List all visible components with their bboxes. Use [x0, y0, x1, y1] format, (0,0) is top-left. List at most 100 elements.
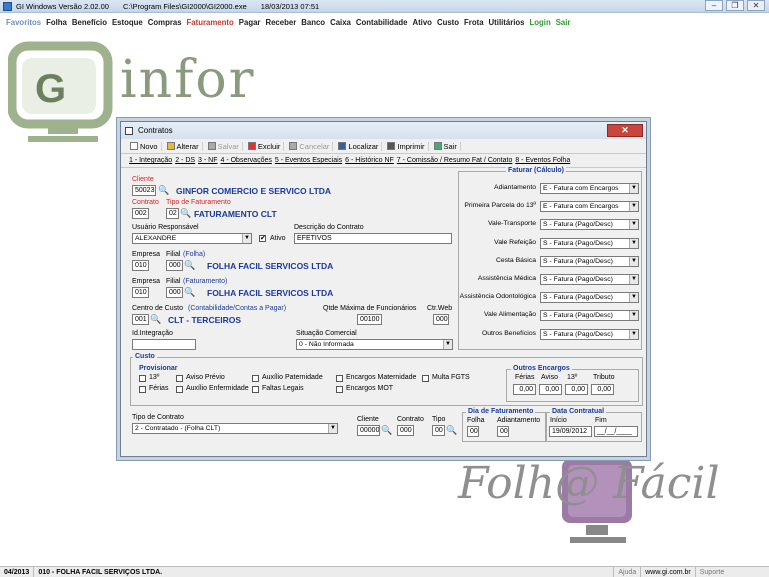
ctrweb-field[interactable]: 000	[433, 314, 449, 325]
close-button[interactable]: ✕	[747, 0, 765, 11]
tab-4[interactable]: 4 - Observações	[221, 157, 272, 164]
custo-checkbox[interactable]	[252, 375, 259, 382]
binoculars-icon[interactable]: 🔍	[184, 261, 195, 270]
faturar-row-value: S - Fatura (Pago/Desc)	[543, 330, 613, 338]
dia-folha-field[interactable]: 00	[467, 426, 479, 437]
tipo-contrato-select[interactable]: 2 - Contratado - (Folha CLT) ▼	[132, 423, 338, 434]
menu-item-12[interactable]: Custo	[437, 18, 459, 27]
empresa-folha-field[interactable]: 010	[132, 260, 149, 271]
binoculars-icon[interactable]: 🔍	[180, 209, 191, 218]
toolbar-button-3[interactable]: Excluir	[245, 141, 285, 151]
menu-item-6[interactable]: Pagar	[239, 18, 261, 27]
menu-item-7[interactable]: Receber	[265, 18, 296, 27]
toolbar-label-6: Imprimir	[397, 141, 425, 151]
toolbar-icon-6	[387, 142, 396, 150]
outros-field[interactable]: 0,00	[513, 384, 536, 395]
custo-checkbox[interactable]	[176, 386, 183, 393]
status-help-link[interactable]: Ajuda	[614, 567, 642, 577]
descricao-field[interactable]: EFETIVOS	[294, 233, 452, 244]
binoculars-icon[interactable]: 🔍	[184, 288, 195, 297]
toolbar-button-2[interactable]: Salvar	[205, 141, 243, 151]
custo-checkbox[interactable]	[139, 386, 146, 393]
menu-item-0[interactable]: Favoritos	[6, 18, 41, 27]
tab-7[interactable]: 7 - Comissão / Resumo Fat / Contato	[397, 157, 513, 164]
binoculars-icon[interactable]: 🔍	[446, 426, 457, 435]
integracao-field[interactable]	[132, 339, 196, 350]
faturar-row-select[interactable]: S - Fatura (Pago/Desc) ▼	[540, 219, 639, 231]
faturar-row-select[interactable]: S - Fatura (Pago/Desc) ▼	[540, 274, 639, 285]
menu-item-4[interactable]: Compras	[148, 18, 182, 27]
tipo-faturamento-code-field[interactable]: 02	[166, 208, 179, 219]
tab-8[interactable]: 8 - Eventos Folha	[515, 157, 570, 164]
outros-field[interactable]: 0,00	[591, 384, 614, 395]
menu-item-9[interactable]: Caixa	[330, 18, 351, 27]
custo-checkbox[interactable]	[422, 375, 429, 382]
tab-2[interactable]: 2 - DS	[175, 157, 195, 164]
situacao-select[interactable]: 0 - Não Informada ▼	[296, 339, 453, 350]
toolbar-button-5[interactable]: Localizar	[335, 141, 383, 151]
binoculars-icon[interactable]: 🔍	[150, 315, 161, 324]
dialog-close-button[interactable]: ✕	[607, 124, 643, 137]
faturar-row-value: S - Fatura (Pago/Desc)	[543, 257, 613, 265]
tab-1[interactable]: 1 - Integração	[129, 157, 172, 164]
faturar-row-select[interactable]: E - Fatura com Encargos ▼	[540, 201, 639, 213]
menu-item-8[interactable]: Banco	[301, 18, 325, 27]
minimize-button[interactable]: –	[705, 0, 723, 11]
custo-checkbox[interactable]	[336, 386, 343, 393]
menu-item-10[interactable]: Contabilidade	[356, 18, 408, 27]
toolbar-button-7[interactable]: Sair	[431, 141, 461, 151]
status-site-link[interactable]: www.gi.com.br	[641, 567, 696, 577]
outros-field[interactable]: 0,00	[565, 384, 588, 395]
binoculars-icon[interactable]: 🔍	[158, 186, 169, 195]
filial-folha-field[interactable]: 000	[166, 260, 183, 271]
toolbar-button-0[interactable]: Novo	[127, 141, 162, 151]
menu-item-11[interactable]: Ativo	[412, 18, 432, 27]
menu-item-2[interactable]: Benefício	[72, 18, 107, 27]
qtde-field[interactable]: 00100	[357, 314, 382, 325]
tab-6[interactable]: 6 - Histórico NF	[345, 157, 394, 164]
menu-item-13[interactable]: Frota	[464, 18, 484, 27]
empresa-fat-field[interactable]: 010	[132, 287, 149, 298]
filial-folha-label: Filial	[166, 251, 181, 258]
fim-field[interactable]: __/__/____	[594, 426, 638, 437]
faturar-row-select[interactable]: E - Fatura com Encargos ▼	[540, 183, 639, 194]
filial-fat-field[interactable]: 000	[166, 287, 183, 298]
outros-field[interactable]: 0,00	[539, 384, 562, 395]
maximize-button[interactable]: ❐	[726, 0, 744, 11]
contrato-field[interactable]: 002	[132, 208, 149, 219]
faturar-row-select[interactable]: S - Fatura (Pago/Desc) ▼	[540, 328, 639, 340]
menu-item-1[interactable]: Folha	[46, 18, 67, 27]
integracao-label: Id.Integração	[132, 330, 173, 337]
faturar-row-select[interactable]: S - Fatura (Pago/Desc) ▼	[540, 310, 639, 322]
menu-item-16[interactable]: Sair	[556, 18, 571, 27]
usuario-select[interactable]: ALEXANDRE ▼	[132, 233, 252, 244]
bottom-tipo-field[interactable]: 00	[432, 425, 445, 436]
faturar-row-select[interactable]: S - Fatura (Pago/Desc) ▼	[540, 237, 639, 249]
cliente-code-field[interactable]: 50023	[132, 185, 156, 196]
tab-5[interactable]: 5 - Eventos Especiais	[275, 157, 342, 164]
status-support-link[interactable]: Suporte	[696, 567, 729, 577]
toolbar-button-6[interactable]: Imprimir	[384, 141, 429, 151]
custo-checkbox[interactable]	[336, 375, 343, 382]
custo-checkbox[interactable]	[252, 386, 259, 393]
bottom-contrato-field[interactable]: 000	[397, 425, 414, 436]
custo-checkbox[interactable]	[139, 375, 146, 382]
dia-adiant-field[interactable]: 00	[497, 426, 509, 437]
inicio-field[interactable]: 19/09/2012	[549, 426, 592, 437]
status-period: 04/2013	[0, 567, 35, 577]
toolbar-button-1[interactable]: Alterar	[164, 141, 203, 151]
menu-item-5[interactable]: Faturamento	[187, 18, 234, 27]
toolbar-button-4[interactable]: Cancelar	[286, 141, 334, 151]
menu-item-14[interactable]: Utilitários	[489, 18, 525, 27]
ativo-checkbox[interactable]	[259, 234, 266, 242]
tab-3[interactable]: 3 - NF	[198, 157, 217, 164]
faturar-row-select[interactable]: S - Fatura (Pago/Desc) ▼	[540, 255, 639, 267]
menu-item-3[interactable]: Estoque	[112, 18, 143, 27]
centro-custo-field[interactable]: 001	[132, 314, 149, 325]
binoculars-icon[interactable]: 🔍	[381, 426, 392, 435]
toolbar-label-0: Novo	[140, 141, 158, 151]
menu-item-15[interactable]: Login	[530, 18, 551, 27]
faturar-row-select[interactable]: S - Fatura (Pago/Desc) ▼	[540, 292, 639, 304]
custo-checkbox[interactable]	[176, 375, 183, 382]
bottom-cliente-field[interactable]: 00000	[357, 425, 380, 436]
